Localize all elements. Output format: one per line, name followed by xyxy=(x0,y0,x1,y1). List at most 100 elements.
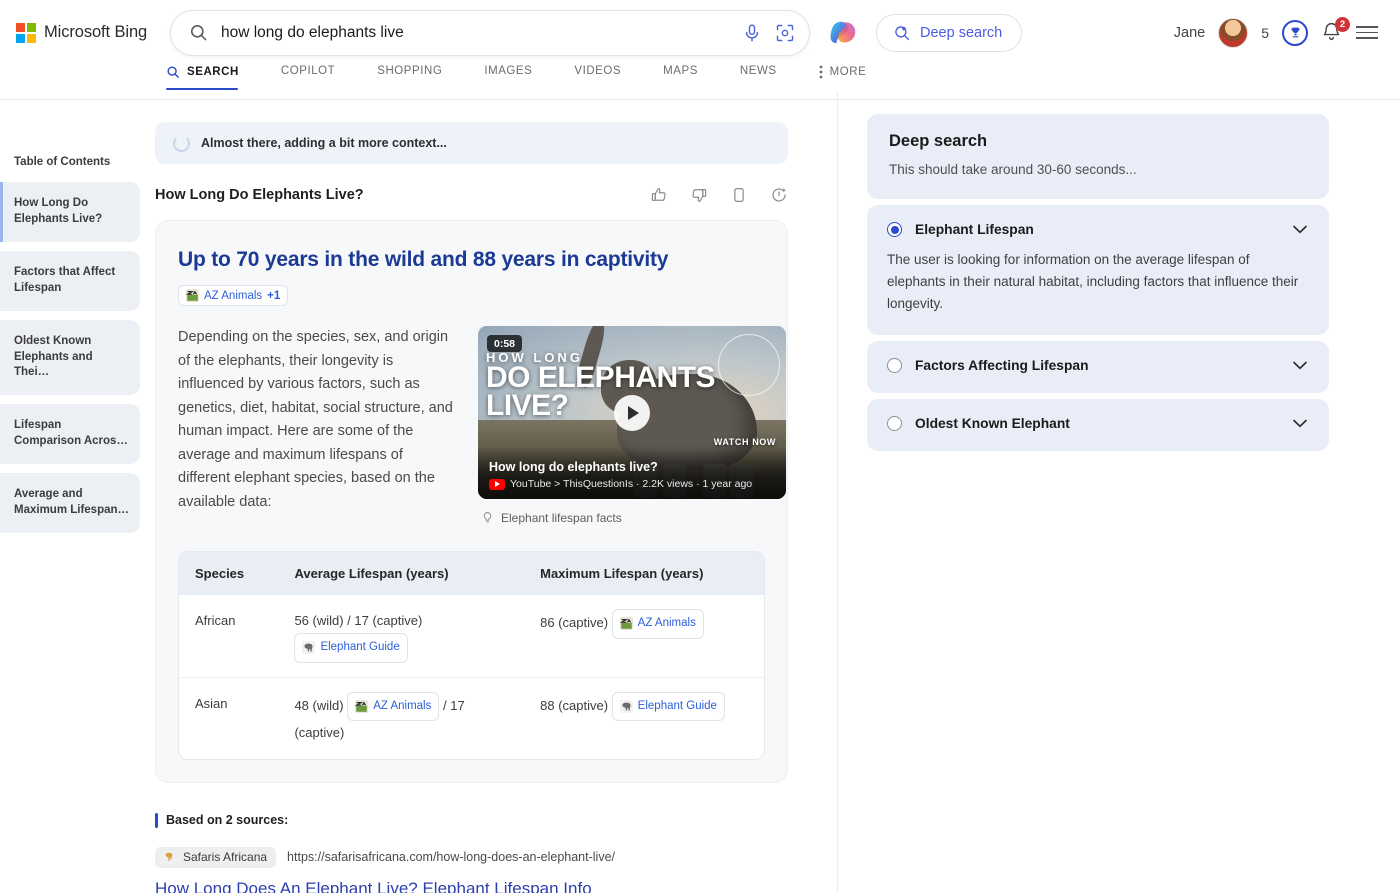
citation-chip-elephant-guide[interactable]: Elephant Guide xyxy=(294,633,407,662)
tab-maps[interactable]: MAPS xyxy=(642,65,719,88)
tab-copilot[interactable]: COPILOT xyxy=(260,65,356,88)
deep-search-item-factors-affecting-lifespan[interactable]: Factors Affecting Lifespan xyxy=(867,341,1329,393)
deep-search-item-label: Factors Affecting Lifespan xyxy=(915,358,1089,373)
deep-search-item-elephant-lifespan[interactable]: Elephant Lifespan The user is looking fo… xyxy=(867,205,1329,335)
deep-search-header-card: Deep search This should take around 30-6… xyxy=(867,114,1329,199)
headline-citation-chip[interactable]: AZ Animals +1 xyxy=(178,285,288,306)
citation-chip-az-animals[interactable]: AZ Animals xyxy=(612,609,704,638)
video-thumbnail[interactable]: WATCH NOW HOW LONG DO ELEPHANTS LIVE? 0:… xyxy=(478,326,786,499)
deep-search-button[interactable]: Deep search xyxy=(876,14,1022,52)
toc-item-label: How Long Do Elephants Live? xyxy=(14,196,130,227)
video-overlay-line3: LIVE? xyxy=(486,392,715,420)
toc-item-factors[interactable]: Factors that Affect Lifespan xyxy=(0,251,140,311)
tab-videos[interactable]: VIDEOS xyxy=(553,65,642,88)
visual-search-icon[interactable] xyxy=(775,23,795,43)
chevron-down-icon[interactable] xyxy=(1293,225,1307,234)
chevron-down-icon[interactable] xyxy=(1293,419,1307,428)
lightbulb-icon xyxy=(481,510,494,525)
citation-label: AZ Animals xyxy=(638,613,696,634)
radio-unselected-icon[interactable] xyxy=(887,416,902,431)
status-text: Almost there, adding a bit more context.… xyxy=(201,136,447,150)
video-meta-line: YouTube > ThisQuestionIs · 2.2K views · … xyxy=(510,478,752,490)
toc-item-oldest[interactable]: Oldest Known Elephants and Thei… xyxy=(0,320,140,395)
cell-average: 56 (wild) / 17 (captive) Elephant Guide xyxy=(278,595,524,677)
toc-item-how-long[interactable]: How Long Do Elephants Live? xyxy=(0,182,140,242)
regenerate-icon[interactable] xyxy=(770,186,788,204)
answer-paragraph: Depending on the species, sex, and origi… xyxy=(178,326,456,525)
header-right-cluster: Jane 5 2 xyxy=(1174,18,1382,48)
citation-chip-elephant-guide[interactable]: Elephant Guide xyxy=(612,692,725,721)
citation-extra: +1 xyxy=(267,290,280,302)
deep-search-item-oldest-known-elephant[interactable]: Oldest Known Elephant xyxy=(867,399,1329,451)
chevron-down-icon[interactable] xyxy=(1293,361,1307,370)
copy-icon[interactable] xyxy=(730,186,748,204)
source-site-name: Safaris Africana xyxy=(183,850,267,864)
bing-logo[interactable]: Microsoft Bing xyxy=(16,23,156,43)
video-column: WATCH NOW HOW LONG DO ELEPHANTS LIVE? 0:… xyxy=(478,326,786,525)
tab-news[interactable]: NEWS xyxy=(719,65,798,88)
column-header-average: Average Lifespan (years) xyxy=(278,552,524,595)
table-header-row: Species Average Lifespan (years) Maximum… xyxy=(179,552,764,595)
tab-label: SHOPPING xyxy=(377,65,442,77)
tab-more[interactable]: MORE xyxy=(798,65,888,90)
citation-chip-az-animals[interactable]: AZ Animals xyxy=(347,692,439,721)
thumbs-up-icon[interactable] xyxy=(650,186,668,204)
cell-maximum-text: 88 (captive) xyxy=(540,698,608,713)
video-caption-text: Elephant lifespan facts xyxy=(501,511,622,525)
tab-images[interactable]: IMAGES xyxy=(463,65,553,88)
radio-unselected-icon[interactable] xyxy=(887,358,902,373)
rewards-icon[interactable] xyxy=(1282,20,1308,46)
video-watch-ring xyxy=(718,334,780,396)
citation-label: AZ Animals xyxy=(373,696,431,717)
page-title: How Long Do Elephants Live? xyxy=(155,187,364,203)
toc-item-label: Oldest Known Elephants and Thei… xyxy=(14,334,130,381)
search-icon xyxy=(189,23,208,42)
play-button[interactable] xyxy=(614,395,650,431)
toc-item-label: Factors that Affect Lifespan xyxy=(14,265,130,296)
notifications-button[interactable]: 2 xyxy=(1321,21,1343,45)
tab-search[interactable]: SEARCH xyxy=(166,65,260,90)
toc-item-label: Average and Maximum Lifespan… xyxy=(14,487,130,518)
toc-item-average[interactable]: Average and Maximum Lifespan… xyxy=(0,473,140,533)
menu-icon[interactable] xyxy=(1356,26,1378,39)
search-input[interactable] xyxy=(208,24,742,42)
source-site-pill[interactable]: Safaris Africana xyxy=(155,847,276,868)
sources-heading: Based on 2 sources: xyxy=(155,813,788,828)
bing-logo-text: Microsoft Bing xyxy=(44,23,147,42)
tab-label: MAPS xyxy=(663,65,698,77)
column-header-species: Species xyxy=(179,552,278,595)
video-overlay-text: HOW LONG DO ELEPHANTS LIVE? xyxy=(486,352,715,420)
avatar[interactable] xyxy=(1218,18,1248,48)
source-title-link[interactable]: How Long Does An Elephant Live? Elephant… xyxy=(155,879,788,893)
tab-label: SEARCH xyxy=(187,66,239,78)
deep-search-subtitle: This should take around 30-60 seconds... xyxy=(889,162,1307,177)
cell-average-text: 56 (wild) / 17 (captive) xyxy=(294,613,422,628)
rewards-count: 5 xyxy=(1261,25,1269,41)
safaris-africana-favicon-icon xyxy=(161,850,176,865)
notification-badge: 2 xyxy=(1335,17,1350,32)
thumbs-down-icon[interactable] xyxy=(690,186,708,204)
toc-title: Table of Contents xyxy=(0,156,140,168)
citation-label: Elephant Guide xyxy=(638,696,717,717)
deep-search-item-header: Oldest Known Elephant xyxy=(887,416,1307,431)
status-banner: Almost there, adding a bit more context.… xyxy=(155,122,788,164)
cell-species: Asian xyxy=(179,677,278,759)
tab-shopping[interactable]: SHOPPING xyxy=(356,65,463,88)
deep-search-item-label: Elephant Lifespan xyxy=(915,222,1034,237)
toc-item-comparison[interactable]: Lifespan Comparison Acros… xyxy=(0,404,140,464)
youtube-icon xyxy=(489,479,505,490)
video-title: How long do elephants live? xyxy=(489,460,775,474)
video-meta: How long do elephants live? YouTube > Th… xyxy=(478,446,786,499)
copilot-icon[interactable] xyxy=(828,18,862,48)
source-site-row: Safaris Africana https://safarisafricana… xyxy=(155,847,788,868)
radio-selected-icon[interactable] xyxy=(887,222,902,237)
search-bar[interactable] xyxy=(170,10,810,56)
az-animals-favicon-icon xyxy=(186,289,199,302)
microphone-icon[interactable] xyxy=(742,23,762,43)
answer-headline: Up to 70 years in the wild and 88 years … xyxy=(178,247,765,273)
tab-label: MORE xyxy=(830,66,867,78)
elephant-guide-favicon-icon xyxy=(620,700,633,713)
column-header-maximum: Maximum Lifespan (years) xyxy=(524,552,764,595)
elephant-guide-favicon-icon xyxy=(302,641,315,654)
deep-search-item-label: Oldest Known Elephant xyxy=(915,416,1070,431)
